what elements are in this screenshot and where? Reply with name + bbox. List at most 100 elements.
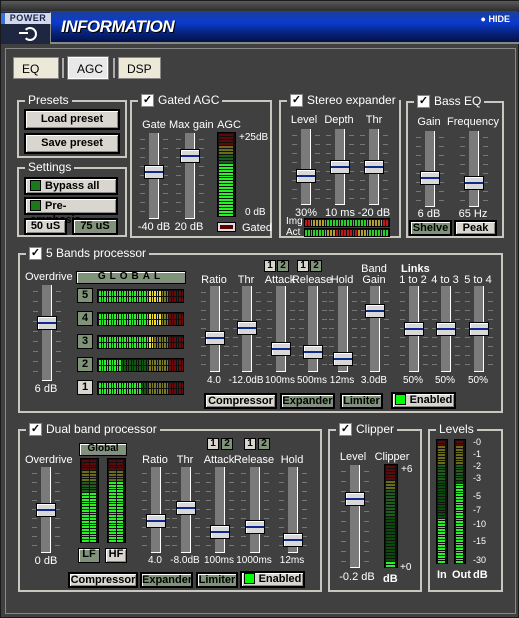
slider-thumb[interactable] [37,316,57,330]
save-preset-button[interactable]: Save preset [24,133,120,154]
dual-band-checkbox[interactable]: ✓ [29,422,42,436]
dual-slider-attack[interactable] [204,467,234,553]
slider-thumb[interactable] [180,149,200,163]
dual-limiter-button[interactable]: Limiter [196,572,238,588]
slider-track[interactable] [151,467,161,553]
slider-track[interactable] [469,131,479,207]
slider-thumb[interactable] [210,525,230,539]
clipper-checkbox[interactable]: ✓ [339,422,352,436]
band-3-button[interactable]: 3 [77,334,93,349]
slider-thumb[interactable] [146,514,166,528]
slider-thumb[interactable] [237,321,257,335]
limiter-button[interactable]: Limiter [340,393,383,409]
hide-button[interactable]: ● HIDE [481,14,510,24]
slider-thumb[interactable] [271,342,291,356]
five-bands-checkbox[interactable]: ✓ [29,246,42,260]
five-slider-thr[interactable] [231,286,261,372]
gated-agc-checkbox[interactable]: ✓ [141,93,154,107]
slider-track[interactable] [210,286,220,372]
dual-release-preset-1-button[interactable]: 1 [244,438,256,450]
five-slider-hold[interactable] [327,286,357,372]
power-button[interactable]: POWER [1,12,51,44]
load-preset-button[interactable]: Load preset [24,109,120,130]
shelve-button[interactable]: Shelve [409,220,452,236]
five-enabled-button[interactable]: Enabled [391,392,456,409]
five-slider-1-to-2[interactable] [398,286,428,372]
attack-preset-1-button[interactable]: 1 [264,260,276,272]
tab-agc[interactable]: AGC [67,56,109,80]
slider-thumb[interactable] [245,520,265,534]
attack-preset-2-button[interactable]: 2 [277,260,289,272]
five-slider-release[interactable] [297,286,327,372]
expander-button[interactable]: Expander [280,393,335,409]
slider-track[interactable] [301,129,311,205]
slider-track[interactable] [42,285,52,381]
release-preset-2-button[interactable]: 2 [310,260,322,272]
slider-track[interactable] [250,467,260,553]
slider-track[interactable] [425,131,435,207]
stereo-expander-checkbox[interactable]: ✓ [290,93,303,107]
slider-thumb[interactable] [404,322,424,336]
tab-eq[interactable]: EQ [13,57,59,79]
five-overdrive-slider[interactable] [31,285,61,381]
stereo-depth-slider[interactable] [324,129,354,205]
lf-button[interactable]: LF [78,548,100,563]
dual-slider-hold[interactable] [277,467,307,553]
slider-thumb[interactable] [345,492,365,506]
slider-thumb[interactable] [144,165,164,179]
peak-button[interactable]: Peak [454,220,497,236]
dual-compressor-button[interactable]: Compressor [68,572,138,588]
max-gain-slider[interactable] [174,133,204,219]
slider-thumb[interactable] [283,533,303,547]
50us-button[interactable]: 50 uS [24,218,67,235]
dual-enabled-button[interactable]: Enabled [240,571,305,588]
dual-slider-release[interactable] [239,467,269,553]
slider-thumb[interactable] [464,176,484,190]
five-slider-ratio[interactable] [199,286,229,372]
bass-gain-slider[interactable] [414,131,444,207]
hf-button[interactable]: HF [105,548,127,563]
slider-thumb[interactable] [365,304,385,318]
slider-track[interactable] [276,286,286,372]
slider-thumb[interactable] [436,322,456,336]
75us-button[interactable]: 75 uS [72,218,118,235]
band-5-button[interactable]: 5 [77,288,93,303]
dual-slider-thr[interactable] [170,467,200,553]
compressor-button[interactable]: Compressor [204,393,277,409]
slider-thumb[interactable] [36,503,56,517]
slider-thumb[interactable] [333,352,353,366]
slider-thumb[interactable] [330,160,350,174]
gate-slider[interactable] [138,133,168,219]
slider-track[interactable] [370,286,380,372]
slider-thumb[interactable] [364,160,384,174]
slider-thumb[interactable] [420,171,440,185]
dual-release-preset-2-button[interactable]: 2 [258,438,270,450]
pre-emphasis-button[interactable]: Pre-emphasis [24,197,118,226]
clipper-level-slider[interactable] [339,465,369,568]
stereo-level-slider[interactable] [290,129,320,205]
band-4-button[interactable]: 4 [77,311,93,326]
slider-thumb[interactable] [205,331,225,345]
band-1-button[interactable]: 1 [77,380,93,395]
slider-track[interactable] [308,286,318,372]
slider-track[interactable] [215,467,225,553]
five-slider-5-to-4[interactable] [463,286,493,372]
slider-thumb[interactable] [469,322,489,336]
five-slider-band-gain[interactable] [359,286,389,372]
stereo-thr-slider[interactable] [358,129,388,205]
slider-thumb[interactable] [296,169,316,183]
dual-slider-ratio[interactable] [140,467,170,553]
global-button[interactable]: GLOBAL [76,271,186,284]
bass-frequency-slider[interactable] [458,131,488,207]
slider-thumb[interactable] [176,501,196,515]
release-preset-1-button[interactable]: 1 [297,260,309,272]
dual-overdrive-slider[interactable] [30,467,60,553]
slider-track[interactable] [185,133,195,219]
tab-dsp[interactable]: DSP [118,57,161,79]
bass-eq-checkbox[interactable]: ✓ [417,94,430,108]
band-2-button[interactable]: 2 [77,357,93,372]
dual-global-button[interactable]: Global [79,443,127,456]
slider-track[interactable] [350,465,360,568]
five-slider-attack[interactable] [265,286,295,372]
dual-attack-preset-1-button[interactable]: 1 [207,438,219,450]
